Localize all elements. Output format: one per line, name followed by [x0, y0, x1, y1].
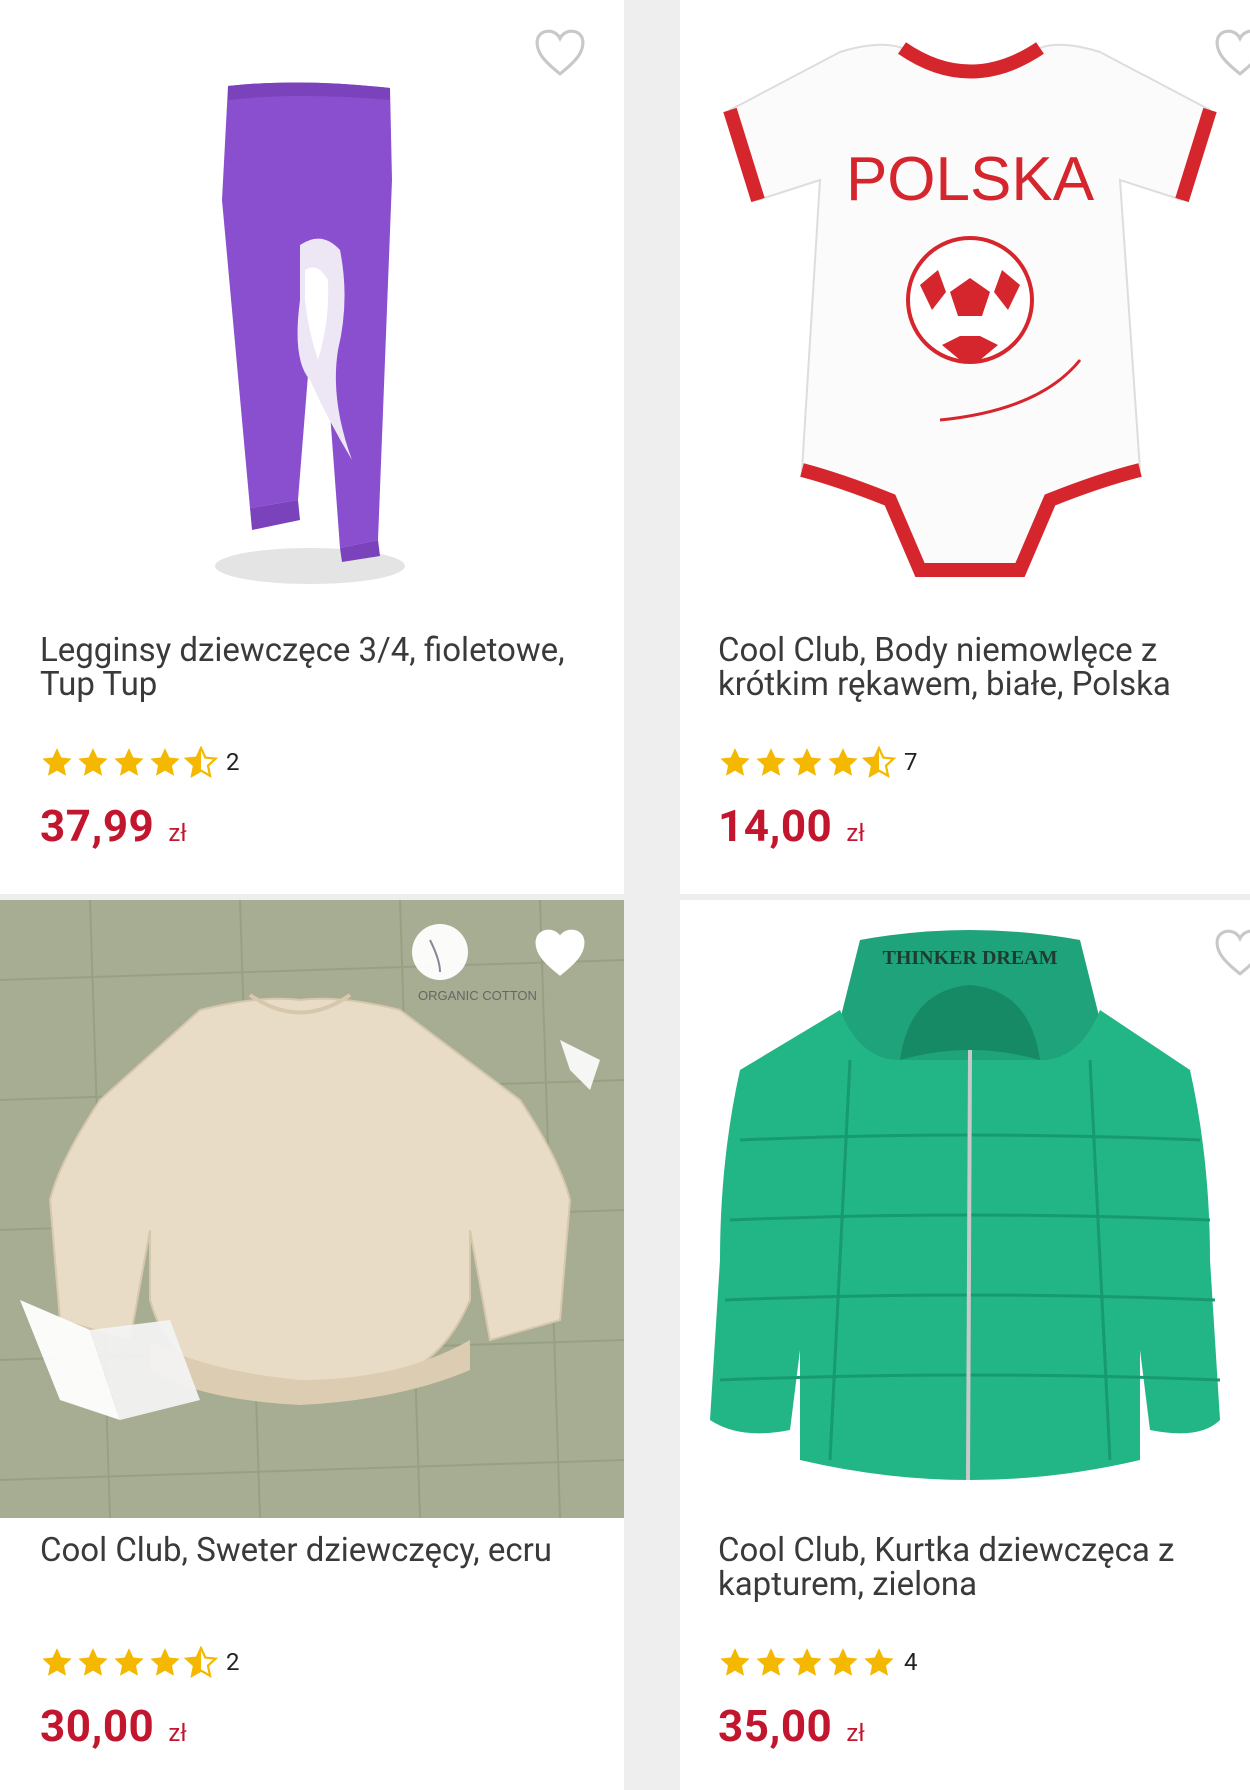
favorite-heart-icon[interactable]	[532, 928, 588, 978]
star-full-icon	[756, 748, 786, 776]
product-title[interactable]: Cool Club, Kurtka dziewczęca z kapturem,…	[718, 1534, 1218, 1602]
price-currency: zł	[168, 819, 187, 847]
rating-count: 2	[226, 748, 240, 776]
star-full-icon	[828, 1648, 858, 1676]
star-half-icon	[863, 746, 895, 777]
rating-count: 7	[904, 748, 918, 776]
star-full-icon	[792, 748, 822, 776]
product-card[interactable]: THINKER DREAM Cool Club, Kurtka dziewczę…	[680, 900, 1250, 1790]
rating: 2	[40, 746, 240, 778]
star-full-icon	[720, 1648, 750, 1676]
product-card[interactable]: POLSKA Cool Club, Body niemowlęce z krót…	[680, 0, 1250, 894]
star-full-icon	[42, 748, 72, 776]
rating: 2	[40, 1646, 240, 1678]
star-full-icon	[792, 1648, 822, 1676]
product-image-sweater[interactable]: ORGANIC COTTON	[0, 900, 624, 1519]
hood-print-text: THINKER DREAM	[882, 947, 1057, 969]
star-half-icon	[185, 1646, 217, 1677]
star-full-icon	[114, 748, 144, 776]
star-full-icon	[864, 1648, 894, 1676]
product-title[interactable]: Cool Club, Body niemowlęce z krótkim ręk…	[718, 634, 1218, 702]
price-amount: 35,00	[718, 1700, 833, 1752]
rating: 4	[718, 1646, 918, 1678]
product-image-bodysuit[interactable]: POLSKA	[680, 0, 1250, 618]
star-full-icon	[78, 1648, 108, 1676]
price-amount: 30,00	[40, 1700, 155, 1752]
favorite-heart-icon[interactable]	[1212, 928, 1250, 978]
price: 30,00 zł	[40, 1700, 187, 1752]
price-currency: zł	[846, 819, 865, 847]
price: 37,99 zł	[40, 800, 187, 852]
product-image-jacket[interactable]: THINKER DREAM	[680, 900, 1250, 1518]
product-card[interactable]: Legginsy dziewczęce 3/4, fioletowe, Tup …	[0, 0, 624, 894]
star-full-icon	[150, 1648, 180, 1676]
star-full-icon	[720, 748, 750, 776]
rating-count: 4	[904, 1648, 918, 1676]
star-full-icon	[828, 748, 858, 776]
product-image-leggings[interactable]	[0, 0, 624, 618]
price: 35,00 zł	[718, 1700, 865, 1752]
star-full-icon	[114, 1648, 144, 1676]
favorite-heart-icon[interactable]	[1212, 28, 1250, 78]
shirt-print-text: POLSKA	[846, 145, 1095, 214]
price-currency: zł	[846, 1719, 865, 1747]
price-currency: zł	[168, 1719, 187, 1747]
organic-cotton-badge: ORGANIC COTTON	[418, 988, 537, 1003]
rating: 7	[718, 746, 918, 778]
product-title[interactable]: Legginsy dziewczęce 3/4, fioletowe, Tup …	[40, 634, 580, 702]
star-full-icon	[78, 748, 108, 776]
price-amount: 37,99	[40, 800, 155, 852]
price-amount: 14,00	[718, 800, 833, 852]
star-full-icon	[756, 1648, 786, 1676]
product-card[interactable]: ORGANIC COTTON Cool Club, Sweter dziewcz…	[0, 900, 624, 1790]
rating-count: 2	[226, 1648, 240, 1676]
star-full-icon	[150, 748, 180, 776]
star-full-icon	[42, 1648, 72, 1676]
favorite-heart-icon[interactable]	[532, 28, 588, 78]
star-half-icon	[185, 746, 217, 777]
product-title[interactable]: Cool Club, Sweter dziewczęcy, ecru	[40, 1534, 580, 1568]
price: 14,00 zł	[718, 800, 865, 852]
